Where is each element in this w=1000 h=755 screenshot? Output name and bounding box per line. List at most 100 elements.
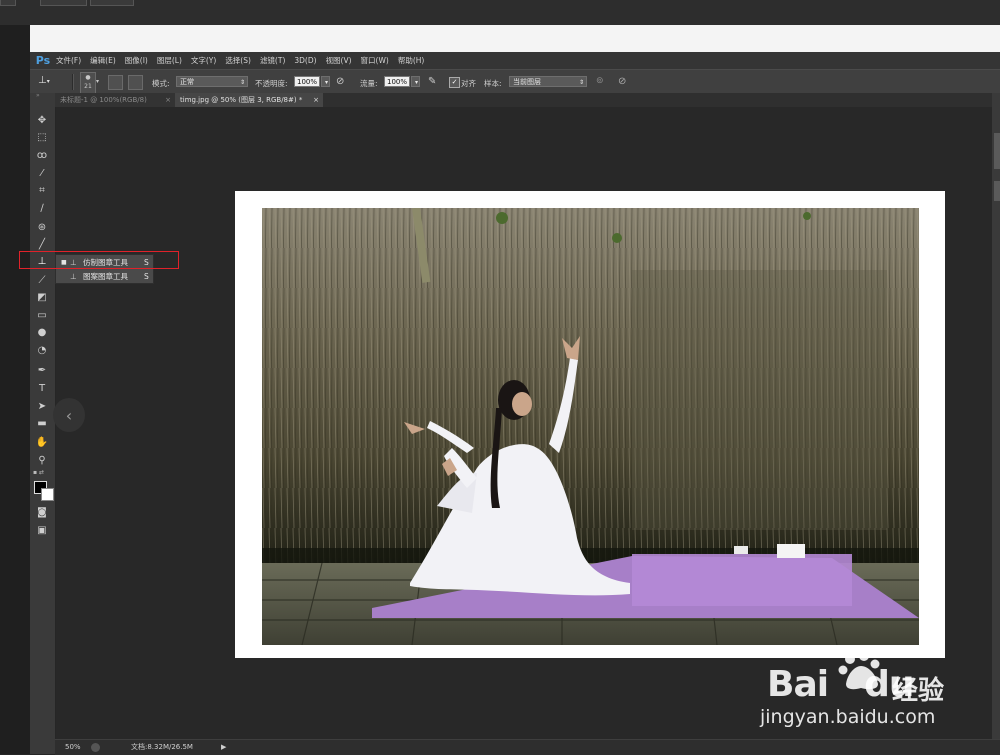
zoom-icon[interactable]: ⚲ — [35, 453, 49, 467]
menu-bar: Ps 文件(F) 编辑(E) 图像(I) 图层(L) 文字(Y) 选择(S) 滤… — [30, 52, 1000, 69]
menu-3d[interactable]: 3D(D) — [294, 56, 316, 65]
pattern-stamp-icon: ⊥ — [70, 272, 77, 281]
menu-type[interactable]: 文字(Y) — [191, 55, 216, 66]
flow-dropdown[interactable]: ▾ — [411, 76, 420, 87]
status-info-icon[interactable] — [91, 743, 100, 752]
type-icon[interactable]: T — [35, 381, 49, 395]
tab-untitled[interactable]: 未标题-1 @ 100%(RGB/8) × — [55, 93, 175, 107]
left-margin — [0, 25, 30, 754]
window-tab-stub[interactable] — [90, 0, 134, 6]
flyout-item-shortcut: S — [144, 272, 149, 281]
flyout-item-pattern-stamp[interactable]: ⊥ 图案图章工具 S — [56, 270, 153, 283]
clone-stamp-preset-icon[interactable]: ⊥▾ — [38, 75, 60, 89]
previous-image-arrow[interactable]: ‹ — [53, 398, 85, 432]
watermark-url: jingyan.baidu.com — [760, 706, 936, 728]
sample-select[interactable]: 当前图层 ⇕ — [509, 76, 587, 87]
clone-source-icon[interactable] — [128, 75, 143, 90]
ps-logo: Ps — [35, 54, 51, 67]
chevron-down-icon: ⇕ — [239, 79, 245, 86]
lasso-icon[interactable]: ꝏ — [35, 148, 49, 162]
chevron-left-icon: ‹ — [65, 405, 73, 425]
marquee-icon[interactable]: ⬚ — [35, 130, 49, 144]
panel-tab[interactable] — [994, 133, 1000, 169]
status-menu-arrow[interactable]: ▶ — [221, 740, 226, 755]
brush-icon[interactable]: ╱ — [35, 237, 49, 251]
pen-icon[interactable]: ✒ — [35, 363, 49, 377]
menu-select[interactable]: 选择(S) — [225, 55, 251, 66]
flyout-item-label: 图案图章工具 — [83, 272, 128, 281]
title-strip — [0, 0, 1000, 25]
brush-size-value: 21 — [84, 83, 92, 90]
mode-value: 正常 — [180, 78, 194, 86]
chevron-down-icon: ⇕ — [578, 79, 584, 86]
align-checkbox[interactable]: ✓ — [449, 77, 460, 88]
blur-icon[interactable]: ● — [35, 325, 49, 339]
baidu-watermark: Bai du 经验 jingyan.baidu.com — [760, 650, 960, 740]
flow-input[interactable]: 100% — [384, 76, 410, 87]
close-icon[interactable]: × — [165, 93, 171, 107]
opacity-input[interactable]: 100% — [294, 76, 320, 87]
brush-dropdown-arrow[interactable]: ▾ — [96, 78, 99, 85]
menu-view[interactable]: 视图(V) — [326, 55, 352, 66]
menu-layer[interactable]: 图层(L) — [157, 55, 182, 66]
doc-size: 文档:8.32M/26.5M — [131, 743, 193, 751]
path-select-icon[interactable]: ➤ — [35, 399, 49, 413]
dodge-icon[interactable]: ◔ — [35, 343, 49, 357]
brush-panel-icon[interactable] — [108, 75, 123, 90]
airbrush-icon[interactable]: ✎ — [428, 76, 440, 88]
shape-icon[interactable]: ▬ — [35, 416, 49, 430]
highlight-annotation — [19, 251, 179, 269]
window-tab-stub[interactable] — [40, 0, 87, 6]
background-color-swatch[interactable] — [41, 488, 54, 501]
quick-mask-icon[interactable]: ◙ — [35, 505, 49, 519]
document-tabs: 未标题-1 @ 100%(RGB/8) × timg.jpg @ 50% (图层… — [55, 93, 992, 107]
pressure-size-icon[interactable]: ⊘ — [618, 76, 630, 88]
crop-icon[interactable]: ⌗ — [35, 183, 49, 197]
menu-image[interactable]: 图像(I) — [125, 55, 148, 66]
chevron-down-icon: ▾ — [324, 79, 328, 86]
screen-mode-icon[interactable]: ▣ — [35, 523, 49, 537]
menu-file[interactable]: 文件(F) — [56, 55, 81, 66]
eyedropper-icon[interactable]: ∕ — [35, 201, 49, 215]
tab-label: 未标题-1 @ 100%(RGB/8) — [60, 96, 147, 104]
swap-colors-icon[interactable]: ▪ ⇄ — [33, 470, 51, 476]
window-tab-stub[interactable] — [0, 0, 16, 6]
eraser-icon[interactable]: ◩ — [35, 290, 49, 304]
gradient-icon[interactable]: ▭ — [35, 308, 49, 322]
opacity-dropdown[interactable]: ▾ — [321, 76, 330, 87]
ignore-adjustment-icon[interactable]: ⊚ — [596, 76, 608, 88]
status-bar: 50% 文档:8.32M/26.5M ▶ — [55, 739, 1000, 755]
sample-value: 当前图层 — [513, 78, 541, 86]
toolbox-collapse-icon[interactable]: » — [36, 93, 48, 99]
chevron-down-icon: ▾ — [414, 79, 418, 86]
history-brush-icon[interactable]: ⟋ — [35, 273, 49, 287]
menu-edit[interactable]: 编辑(E) — [90, 55, 116, 66]
photo-layer[interactable] — [262, 208, 919, 645]
quick-select-icon[interactable]: ⁄ — [35, 166, 49, 180]
panel-tab[interactable] — [994, 181, 1000, 201]
mode-label: 模式: — [152, 79, 170, 88]
menu-window[interactable]: 窗口(W) — [361, 55, 389, 66]
hand-icon[interactable]: ✋ — [35, 435, 49, 449]
zoom-level[interactable]: 50% — [65, 740, 81, 755]
options-bar: ⊥▾ ● 21 ▾ 模式: 正常 ⇕ 不透明度: 100% ▾ ⊘ 流量: 100%… — [30, 69, 1000, 95]
close-icon[interactable]: × — [313, 93, 319, 107]
toolbox: » ✥ ⬚ ꝏ ⁄ ⌗ ∕ ⊛ ╱ ⊥ ⟋ ◩ ▭ ● ◔ ✒ T ➤ ▬ ✋ … — [30, 93, 56, 754]
menu-help[interactable]: 帮助(H) — [398, 55, 425, 66]
move-icon[interactable]: ✥ — [35, 113, 49, 127]
menu-filter[interactable]: 滤镜(T) — [260, 55, 285, 66]
options-separator — [72, 74, 74, 90]
align-label: 对齐 — [461, 79, 476, 88]
yoga-photo — [262, 208, 919, 645]
tab-timg[interactable]: timg.jpg @ 50% (图层 3, RGB/8#) * × — [175, 93, 323, 107]
right-panel-dock[interactable] — [992, 93, 1000, 739]
window-title-bar — [30, 25, 1000, 52]
healing-icon[interactable]: ⊛ — [35, 220, 49, 234]
pressure-opacity-icon[interactable]: ⊘ — [336, 76, 348, 88]
flow-label: 流量: — [360, 79, 378, 88]
opacity-label: 不透明度: — [255, 79, 288, 88]
mode-select[interactable]: 正常 ⇕ — [176, 76, 248, 87]
brush-preset-picker[interactable]: ● 21 — [80, 72, 96, 94]
sample-label: 样本: — [484, 79, 502, 88]
tab-label: timg.jpg @ 50% (图层 3, RGB/8#) * — [180, 96, 303, 104]
